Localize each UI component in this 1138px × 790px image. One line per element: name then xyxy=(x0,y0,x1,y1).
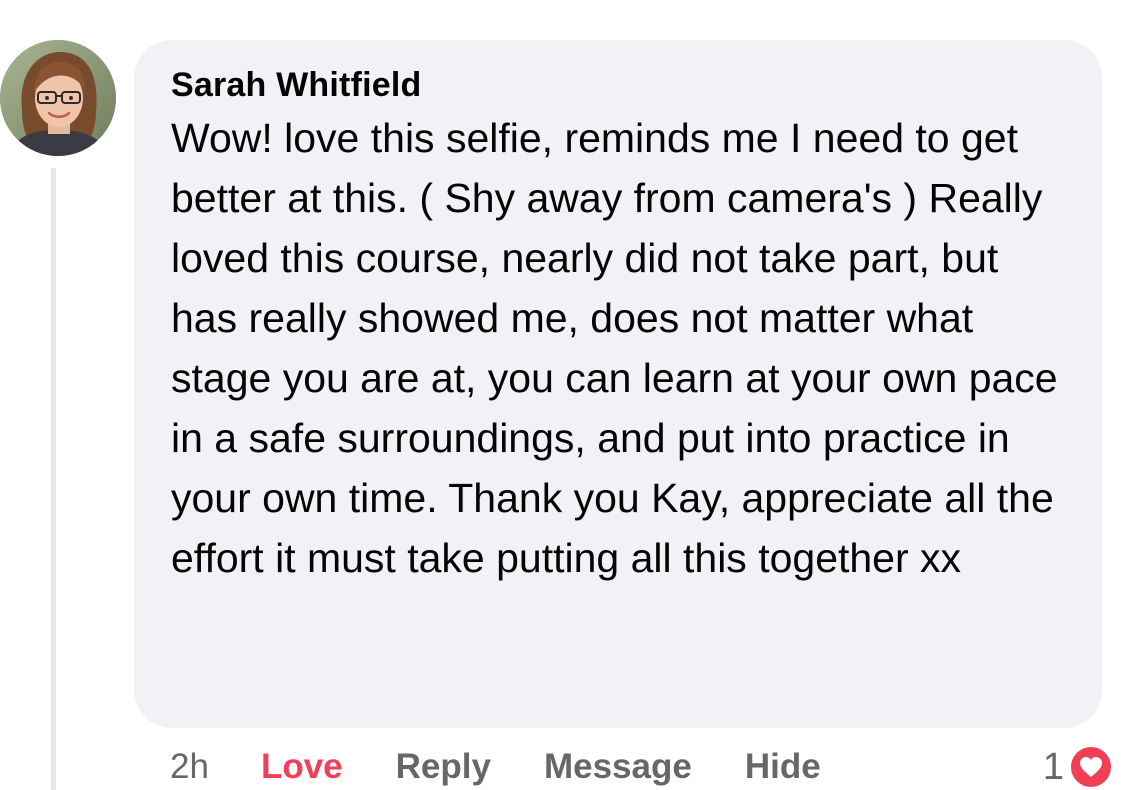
comment-author-name[interactable]: Sarah Whitfield xyxy=(171,63,1074,107)
hide-button[interactable]: Hide xyxy=(745,747,821,787)
reaction-count: 1 xyxy=(1042,745,1064,788)
reply-button[interactable]: Reply xyxy=(396,747,491,787)
reply-thread-line xyxy=(51,168,56,790)
avatar[interactable] xyxy=(0,40,116,156)
love-reaction-button[interactable]: Love xyxy=(261,747,343,787)
reaction-summary[interactable]: 1 xyxy=(1043,740,1114,790)
user-avatar-image xyxy=(0,40,116,156)
comment-text: Wow! love this selfie, reminds me I need… xyxy=(171,115,1058,581)
comment-actions-bar: 2h Love Reply Message Hide xyxy=(170,740,821,790)
comment-bubble: Sarah Whitfield Wow! love this selfie, r… xyxy=(134,40,1102,728)
heart-icon xyxy=(1068,744,1114,790)
comment-timestamp[interactable]: 2h xyxy=(170,747,209,787)
message-button[interactable]: Message xyxy=(544,747,692,787)
